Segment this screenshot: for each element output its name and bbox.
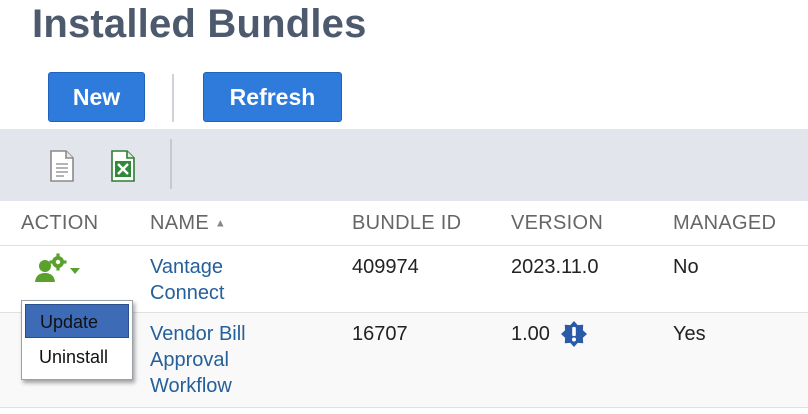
bundle-name-link[interactable]: Vantage Connect xyxy=(150,254,310,306)
column-header-managed: MANAGED xyxy=(673,212,777,234)
excel-export-icon[interactable] xyxy=(108,149,138,183)
list-toolbar xyxy=(0,129,808,201)
bundle-id-cell: 16707 xyxy=(352,323,408,345)
refresh-button[interactable]: Refresh xyxy=(203,72,342,122)
sort-ascending-icon: ▲ xyxy=(214,217,227,230)
header-divider xyxy=(0,245,808,246)
bundle-name-line: Workflow xyxy=(150,375,232,397)
toolbar-divider xyxy=(170,139,172,189)
menu-item-update[interactable]: Update xyxy=(25,304,129,338)
bundle-name-line: Vendor Bill xyxy=(150,323,246,345)
column-header-action: ACTION xyxy=(21,212,99,234)
column-header-version: VERSION xyxy=(511,212,604,234)
bundle-name-link[interactable]: Vendor Bill Approval Workflow xyxy=(150,321,310,399)
action-menu: Update Uninstall xyxy=(21,300,133,380)
bundle-name-line: Approval xyxy=(150,349,229,371)
action-gear-icon[interactable] xyxy=(33,253,85,283)
new-button[interactable]: New xyxy=(48,72,145,122)
version-cell: 1.00 xyxy=(511,323,550,345)
document-icon[interactable] xyxy=(47,149,77,183)
bundle-id-cell: 409974 xyxy=(352,256,419,278)
update-available-icon[interactable] xyxy=(560,320,588,348)
button-divider xyxy=(172,74,174,122)
column-header-bundle-id: BUNDLE ID xyxy=(352,212,462,234)
column-header-name[interactable]: NAME ▲ xyxy=(150,212,226,235)
managed-cell: No xyxy=(673,256,699,278)
bundle-name-line: Connect xyxy=(150,282,225,304)
version-cell: 2023.11.0 xyxy=(511,256,599,278)
bundle-name-line: Vantage xyxy=(150,256,224,278)
page-title: Installed Bundles xyxy=(32,2,367,46)
menu-item-uninstall[interactable]: Uninstall xyxy=(25,340,129,374)
managed-cell: Yes xyxy=(673,323,706,345)
column-header-name-label: NAME xyxy=(150,212,209,234)
row-divider xyxy=(0,407,808,408)
